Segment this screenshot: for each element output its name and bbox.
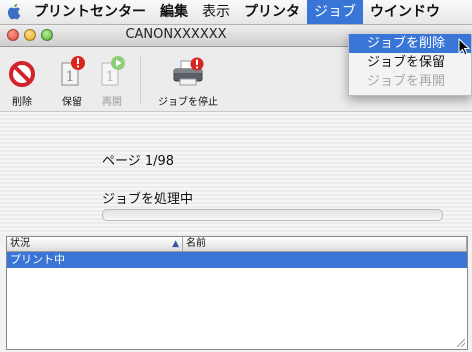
resume-button[interactable]: 1 再開 bbox=[92, 53, 132, 108]
resume-label: 再開 bbox=[102, 97, 122, 108]
table-row[interactable]: プリント中 bbox=[7, 252, 467, 268]
mouse-pointer-icon bbox=[458, 38, 470, 56]
hold-job-icon: 1 bbox=[61, 56, 85, 86]
row-status: プリント中 bbox=[10, 253, 65, 266]
apple-logo-icon bbox=[8, 3, 21, 20]
stop-jobs-label: ジョブを停止 bbox=[158, 97, 218, 108]
job-status-text: ジョブを処理中 bbox=[102, 192, 194, 207]
menu-bar: プリントセンター 編集 表示 プリンタ ジョブ ウインドウ bbox=[0, 0, 472, 25]
column-header-name[interactable]: 名前 bbox=[183, 237, 467, 251]
delete-prohibited-icon bbox=[9, 61, 35, 87]
page-counter: ページ 1/98 bbox=[102, 154, 175, 169]
progress-bar bbox=[102, 209, 443, 221]
column-header-status[interactable]: 状況 ▲ bbox=[7, 237, 183, 251]
menu-item-delete-job[interactable]: ジョブを削除 bbox=[349, 34, 471, 53]
menu-app-print-center[interactable]: プリントセンター bbox=[28, 0, 153, 24]
resume-job-icon: 1 bbox=[101, 56, 125, 86]
delete-label: 削除 bbox=[12, 97, 32, 108]
hold-button[interactable]: 1 保留 bbox=[52, 53, 92, 108]
menu-printer[interactable]: プリンタ bbox=[237, 0, 307, 24]
job-list[interactable]: 状況 ▲ 名前 プリント中 bbox=[6, 236, 468, 350]
stop-jobs-button[interactable]: ジョブを停止 bbox=[150, 53, 226, 108]
menu-item-hold-job[interactable]: ジョブを保留 bbox=[349, 53, 471, 72]
column-header-name-label: 名前 bbox=[186, 238, 206, 249]
apple-menu[interactable] bbox=[0, 0, 28, 24]
job-list-header: 状況 ▲ 名前 bbox=[7, 237, 467, 252]
svg-text:1: 1 bbox=[66, 69, 75, 85]
menu-edit[interactable]: 編集 bbox=[153, 0, 195, 24]
menu-item-resume-job: ジョブを再開 bbox=[367, 74, 446, 89]
menu-window[interactable]: ウインドウ bbox=[363, 0, 447, 24]
svg-text:1: 1 bbox=[106, 69, 115, 85]
resize-grip-icon[interactable] bbox=[455, 337, 465, 347]
menu-view[interactable]: 表示 bbox=[195, 0, 237, 24]
hold-label: 保留 bbox=[62, 97, 82, 108]
toolbar-separator bbox=[140, 55, 141, 103]
sort-ascending-icon: ▲ bbox=[172, 239, 179, 249]
job-menu-dropdown: ジョブを削除 ジョブを保留 ジョブを再開 bbox=[348, 34, 472, 96]
printer-stop-icon bbox=[173, 57, 204, 86]
column-header-status-label: 状況 bbox=[10, 238, 30, 249]
job-info-area: ページ 1/98 ジョブを処理中 bbox=[0, 112, 472, 236]
menu-job[interactable]: ジョブ bbox=[307, 0, 363, 24]
delete-button[interactable]: 削除 bbox=[8, 53, 36, 108]
